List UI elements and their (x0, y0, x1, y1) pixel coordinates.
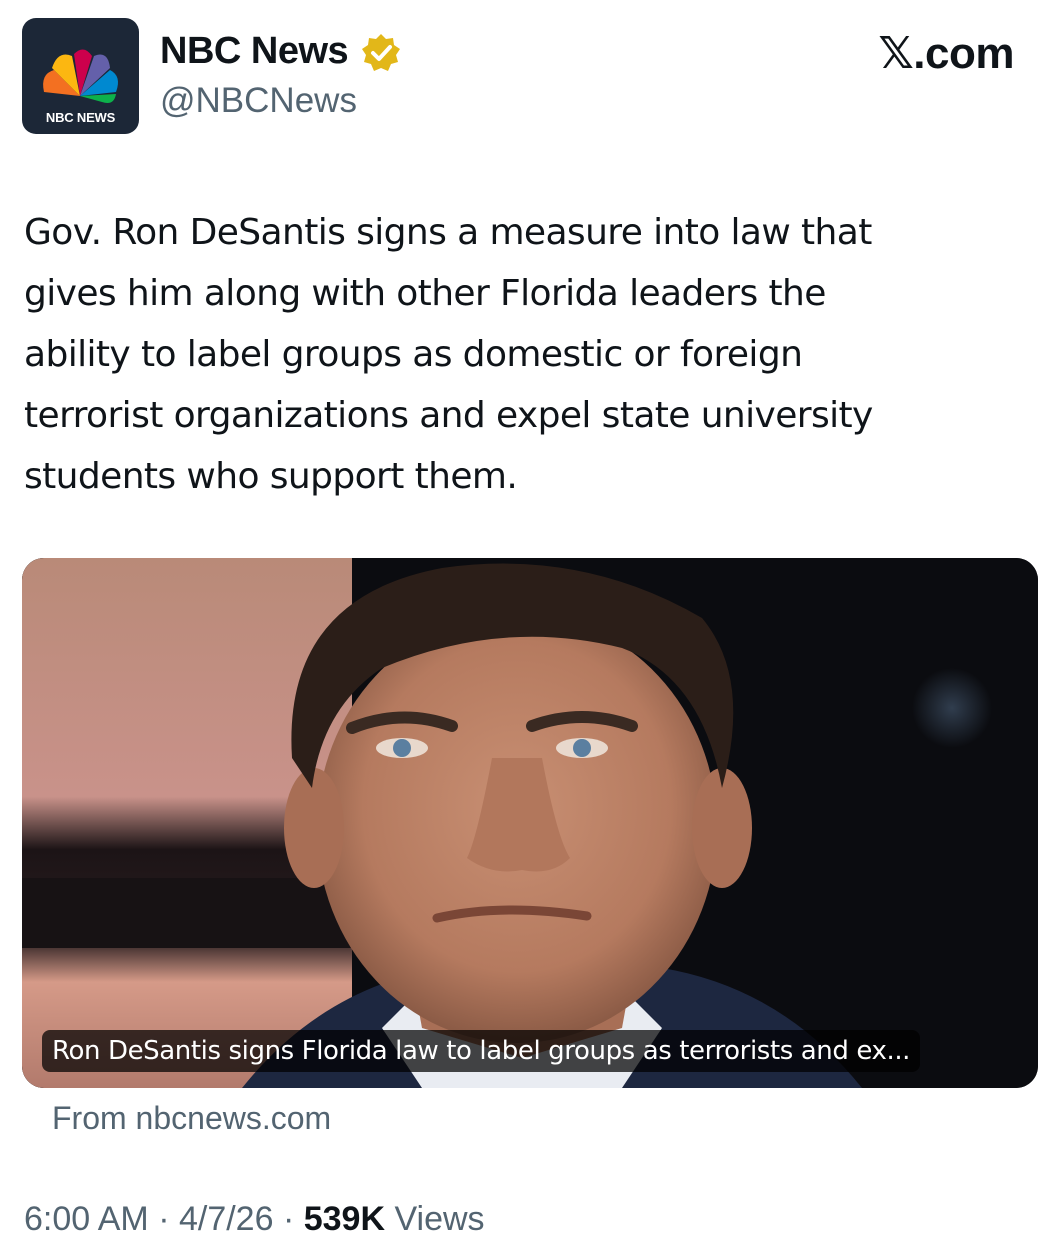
tweet-meta: 6:00 AM · 4/7/26 · 539K Views (24, 1200, 485, 1239)
tweet-time[interactable]: 6:00 AM (24, 1200, 149, 1238)
avatar-label: NBC NEWS (45, 110, 116, 125)
link-card[interactable]: Ron DeSantis signs Florida law to label … (22, 558, 1038, 1088)
tweet-line: ability to label groups as domestic or f… (24, 334, 803, 375)
views-count[interactable]: 539K (304, 1200, 385, 1238)
meta-separator: · (273, 1200, 304, 1238)
verified-badge-icon (362, 34, 400, 71)
views-label: Views (385, 1200, 485, 1238)
site-label: 𝕏.com (878, 29, 1014, 78)
tweet-text: Gov. Ron DeSantis signs a measure into l… (24, 202, 1024, 507)
nbc-avatar[interactable]: NBC NEWS (22, 18, 139, 134)
meta-separator: · (148, 1200, 179, 1238)
tweet-line: students who support them. (24, 456, 518, 497)
card-image (22, 558, 1038, 1088)
card-source[interactable]: From nbcnews.com (52, 1100, 331, 1137)
tweet-screenshot: NBC NEWS NBC News @NBCNews 𝕏.com Gov. Ro… (0, 0, 1062, 1258)
display-name[interactable]: NBC News (160, 30, 349, 73)
tweet-line: terrorist organizations and expel state … (24, 395, 873, 436)
tweet-line: gives him along with other Florida leade… (24, 273, 826, 314)
tweet-date[interactable]: 4/7/26 (179, 1200, 274, 1238)
account-handle[interactable]: @NBCNews (160, 81, 357, 121)
card-headline[interactable]: Ron DeSantis signs Florida law to label … (42, 1030, 921, 1072)
tweet-line: Gov. Ron DeSantis signs a measure into l… (24, 212, 872, 253)
